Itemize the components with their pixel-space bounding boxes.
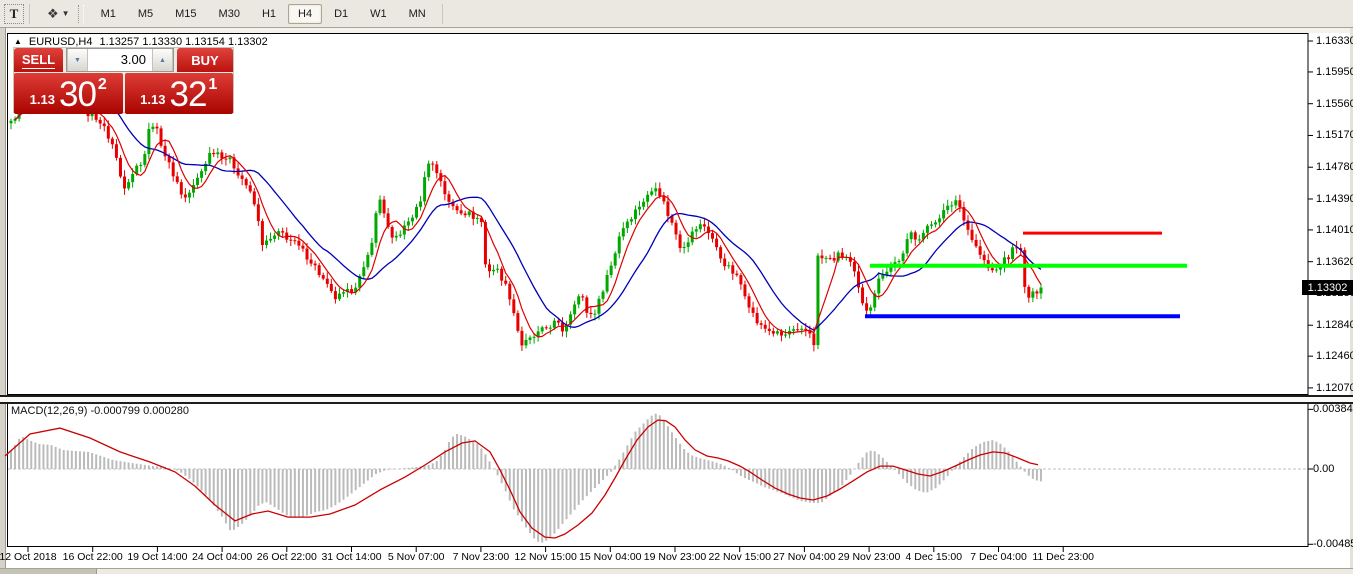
ma-slow-line [15, 91, 1041, 330]
time-axis-label: 15 Nov 04:00 [579, 551, 641, 563]
time-axis-label: 11 Dec 23:00 [1032, 551, 1094, 563]
time-axis-label: 26 Oct 22:00 [257, 551, 317, 563]
ma-fast-line [15, 84, 1041, 337]
macd-axis-label: 0.003847 [1313, 403, 1353, 415]
sell-price-prefix: 1.13 [30, 92, 55, 107]
time-axis-label: 31 Oct 14:00 [321, 551, 381, 563]
price-axis-label: 1.12840 [1316, 319, 1353, 331]
macd-histogram [11, 414, 1041, 543]
sell-price-main: 30 [59, 80, 96, 110]
volume-stepper: ▼ 3.00 ▲ [66, 48, 174, 72]
buy-price-pip: 1 [208, 76, 217, 94]
time-axis-label: 27 Nov 04:00 [773, 551, 835, 563]
time-axis-label: 22 Nov 15:00 [708, 551, 770, 563]
price-axis-label: 1.16330 [1316, 35, 1353, 47]
mt4-window: T ❖ ▼ M1M5M15M30H1H4D1W1MN ▲ EURUSD,H4 1… [0, 0, 1353, 574]
one-click-trade-panel: SELL ▼ 3.00 ▲ BUY 1.13 30 2 1.13 32 1 [13, 47, 234, 113]
sell-price-box[interactable]: 1.13 30 2 [14, 73, 123, 114]
price-axis-label: 1.13620 [1316, 256, 1353, 268]
macd-axis-label: 0.00 [1313, 463, 1334, 475]
buy-price-box[interactable]: 1.13 32 1 [125, 73, 234, 114]
time-axis-label: 4 Dec 15:00 [905, 551, 962, 563]
price-axis-label: 1.15560 [1316, 98, 1353, 110]
price-axis-label: 1.12460 [1316, 350, 1353, 362]
macd-indicator-label: MACD(12,26,9) -0.000799 0.000280 [11, 405, 189, 417]
macd-axis-label: -0.004856 [1313, 538, 1353, 550]
time-axis-label: 19 Oct 14:00 [127, 551, 187, 563]
sell-button[interactable]: SELL [14, 48, 63, 72]
price-axis-label: 1.14010 [1316, 224, 1353, 236]
collapse-triangle-icon[interactable]: ▲ [14, 38, 22, 46]
time-axis-label: 7 Nov 23:00 [453, 551, 510, 563]
volume-decrease-button[interactable]: ▼ [67, 49, 88, 71]
time-axis-label: 12 Nov 15:00 [514, 551, 576, 563]
pane-splitter[interactable] [0, 402, 1353, 404]
price-axis-label: 1.14780 [1316, 161, 1353, 173]
price-axis-label: 1.15950 [1316, 66, 1353, 78]
time-axis-label: 12 Oct 2018 [0, 551, 57, 563]
time-axis-label: 19 Nov 23:00 [644, 551, 706, 563]
sell-price-pip: 2 [98, 76, 107, 94]
price-axis-label: 1.15170 [1316, 129, 1353, 141]
buy-button[interactable]: BUY [177, 48, 233, 72]
macd-signal-value: 0.000280 [143, 405, 189, 417]
time-axis-label: 16 Oct 22:00 [63, 551, 123, 563]
volume-input[interactable]: 3.00 [88, 49, 152, 71]
time-axis-label: 7 Dec 04:00 [970, 551, 1027, 563]
price-axis-label: 1.12070 [1316, 382, 1353, 394]
volume-increase-button[interactable]: ▲ [152, 49, 173, 71]
current-price-tag: 1.13302 [1302, 280, 1353, 295]
candlesticks [10, 77, 1043, 352]
macd-value: -0.000799 [90, 405, 140, 417]
price-axis-label: 1.14390 [1316, 193, 1353, 205]
buy-price-main: 32 [169, 80, 206, 110]
time-axis-label: 24 Oct 04:00 [192, 551, 252, 563]
buy-price-prefix: 1.13 [140, 92, 165, 107]
time-axis-label: 29 Nov 23:00 [838, 551, 900, 563]
time-axis-label: 5 Nov 07:00 [388, 551, 445, 563]
